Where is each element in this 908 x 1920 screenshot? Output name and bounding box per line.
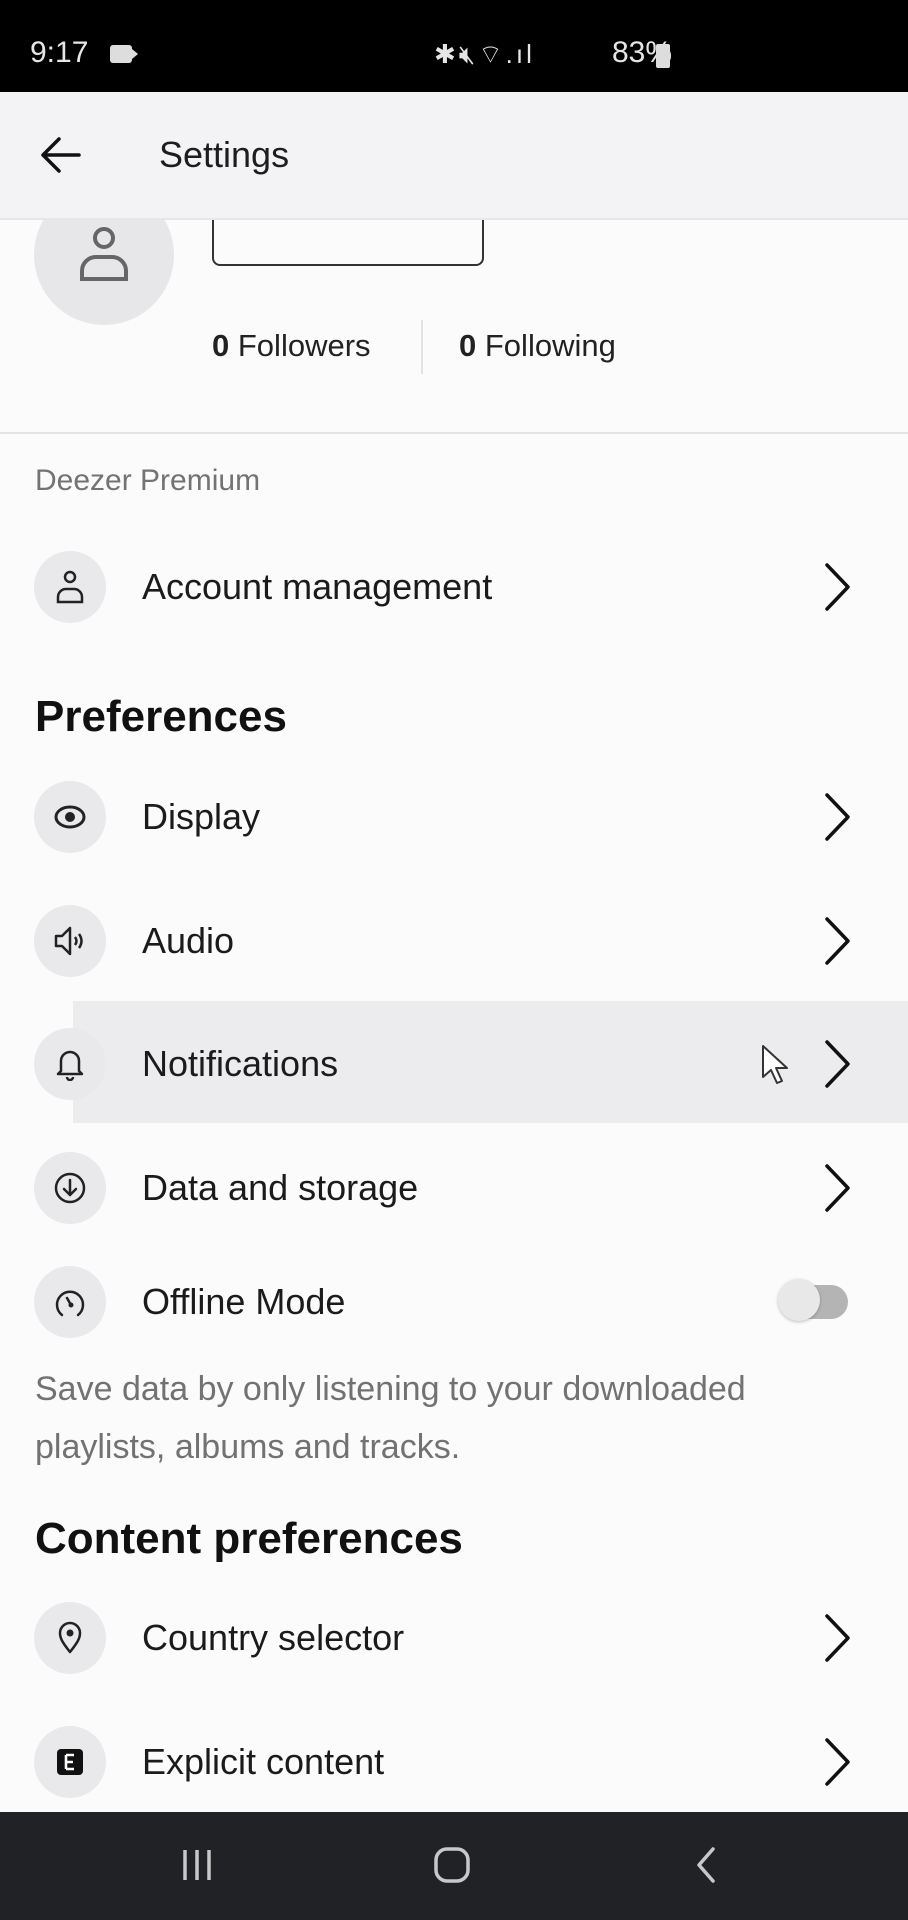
screen-record-icon <box>110 45 138 63</box>
explicit-icon <box>57 1749 83 1775</box>
user-icon <box>56 570 84 604</box>
download-circle-icon <box>54 1172 86 1204</box>
row-label: Explicit content <box>142 1741 385 1782</box>
chevron-right-icon <box>825 563 850 611</box>
row-label: Audio <box>142 920 235 961</box>
followers-number: 0 <box>212 328 230 363</box>
mute-icon: 🔇︎ <box>458 39 479 69</box>
eye-icon <box>54 805 86 829</box>
arrow-left-icon <box>41 137 81 173</box>
icon-circle <box>34 1028 106 1100</box>
row-label: Offline Mode <box>142 1281 346 1322</box>
follow-divider <box>421 320 423 374</box>
system-nav-bar <box>0 1812 908 1920</box>
status-time: 9:17 <box>30 36 89 69</box>
status-icons: ✱🔇︎⌔.ıl <box>434 38 535 71</box>
premium-section-label: Deezer Premium <box>35 464 261 497</box>
back-nav-button[interactable] <box>676 1840 736 1890</box>
settings-row-data-and-storage[interactable]: Data and storage <box>0 1127 908 1249</box>
home-button[interactable] <box>422 1840 482 1890</box>
settings-row-display[interactable]: Display <box>0 756 908 878</box>
app-header: Settings <box>0 92 908 220</box>
chevron-right-icon <box>825 917 850 965</box>
followers-label: Followers <box>237 328 371 363</box>
recent-apps-icon <box>183 1850 211 1880</box>
preferences-heading: Preferences <box>35 692 287 741</box>
battery-icon <box>656 44 670 68</box>
page-title: Settings <box>159 134 290 175</box>
wifi-icon: ⌔ <box>478 39 506 69</box>
settings-row-offline-mode: Offline Mode <box>0 1241 908 1363</box>
chevron-right-icon <box>825 1614 850 1662</box>
following-label: Following <box>484 328 616 363</box>
row-label: Display <box>142 796 261 837</box>
settings-row-explicit-content[interactable]: Explicit content <box>0 1701 908 1823</box>
followers-count[interactable]: 0 Followers <box>212 328 371 364</box>
bluetooth-icon: ✱ <box>434 39 459 69</box>
icon-circle <box>34 905 106 977</box>
row-label: Data and storage <box>142 1167 419 1208</box>
chevron-right-icon <box>825 1040 850 1088</box>
row-label: Country selector <box>142 1617 405 1658</box>
gauge-icon <box>55 1290 85 1317</box>
back-icon <box>697 1847 715 1883</box>
recent-apps-button[interactable] <box>167 1840 227 1890</box>
icon-circle <box>34 551 106 623</box>
status-bar: 9:17 ✱🔇︎⌔.ıl 83% <box>0 0 908 92</box>
icon-circle <box>34 1152 106 1224</box>
chevron-right-icon <box>825 1164 850 1212</box>
icon-circle <box>34 1726 106 1798</box>
speaker-icon <box>54 926 83 956</box>
settings-row-country-selector[interactable]: Country selector <box>0 1577 908 1699</box>
row-label: Account management <box>142 566 493 607</box>
location-pin-icon <box>58 1621 82 1654</box>
mouse-cursor-icon <box>762 1045 788 1084</box>
section-divider <box>0 432 908 434</box>
signal-icon: .ıl <box>505 39 535 69</box>
home-icon <box>434 1847 470 1883</box>
chevron-right-icon <box>825 1738 850 1786</box>
icon-circle <box>34 1602 106 1674</box>
content-preferences-heading: Content preferences <box>35 1514 463 1563</box>
icon-circle <box>34 1266 106 1338</box>
offline-mode-description: Save data by only listening to your down… <box>35 1370 746 1466</box>
offline-mode-toggle[interactable] <box>778 1279 848 1321</box>
row-label: Notifications <box>142 1043 339 1084</box>
user-icon <box>80 227 128 281</box>
toggle-knob <box>778 1279 820 1321</box>
back-button[interactable] <box>36 130 86 180</box>
following-count[interactable]: 0 Following <box>459 328 616 364</box>
following-number: 0 <box>459 328 477 363</box>
settings-row-audio[interactable]: Audio <box>0 880 908 1002</box>
chevron-right-icon <box>825 793 850 841</box>
bell-icon <box>56 1050 84 1081</box>
icon-circle <box>34 781 106 853</box>
settings-row-account-management[interactable]: Account management <box>0 526 908 648</box>
